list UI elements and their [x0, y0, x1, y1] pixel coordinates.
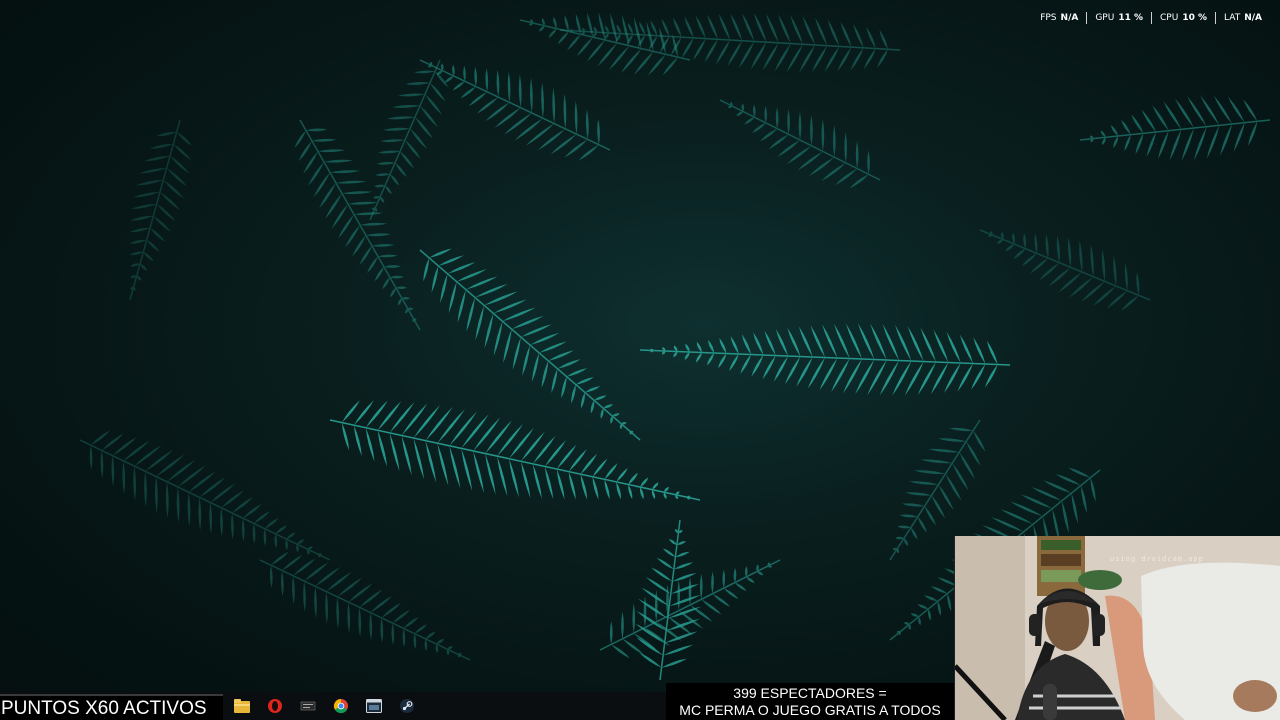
taskbar-pinned-apps	[230, 694, 419, 718]
perf-lat: LAT N/A	[1224, 13, 1262, 23]
perf-cpu: CPU 10 %	[1160, 13, 1208, 23]
window-app-icon[interactable]	[362, 694, 386, 718]
steam-icon[interactable]	[395, 694, 419, 718]
webcam-watermark: using droidcam.app	[1110, 555, 1204, 563]
viewer-count-line: 399 ESPECTADORES =	[733, 685, 887, 701]
chrome-icon[interactable]	[329, 694, 353, 718]
viewer-count-banner: 399 ESPECTADORES = MC PERMA O JUEGO GRAT…	[666, 683, 954, 720]
webcam-image	[955, 536, 1280, 720]
perf-gpu: GPU 11 %	[1095, 13, 1144, 23]
performance-overlay: FPS N/A GPU 11 % CPU 10 % LAT N/A	[1032, 8, 1270, 28]
opera-icon[interactable]	[263, 694, 287, 718]
file-explorer-icon[interactable]	[230, 694, 254, 718]
points-banner: PUNTOS X60 ACTIVOS	[0, 694, 223, 720]
app-icon[interactable]	[296, 694, 320, 718]
webcam-feed: using droidcam.app	[954, 536, 1280, 720]
perf-fps: FPS N/A	[1040, 13, 1079, 23]
viewer-goal-line: MC PERMA O JUEGO GRATIS A TODOS	[679, 702, 941, 718]
